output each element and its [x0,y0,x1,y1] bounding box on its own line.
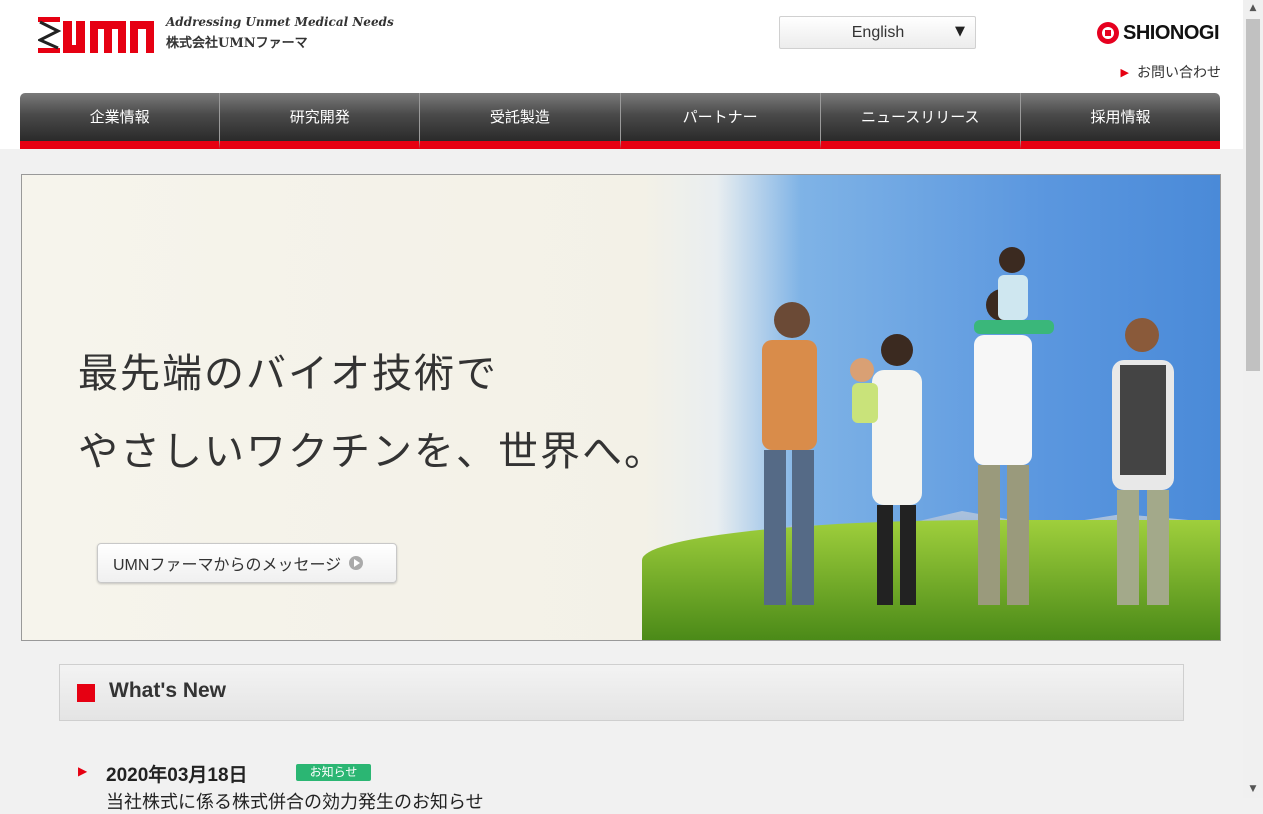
hero-banner: 最先端のバイオ技術で やさしいワクチンを、世界へ。 UMNファーマからのメッセー… [21,174,1221,641]
whats-new-header: What's New [59,664,1184,721]
message-button[interactable]: UMNファーマからのメッセージ [97,543,397,583]
nav-item-research[interactable]: 研究開発 [220,93,421,149]
nav-item-recruit[interactable]: 採用情報 [1020,93,1221,149]
contact-link[interactable]: ▶ お問い合わせ [1121,62,1221,82]
scroll-down-icon[interactable]: ▼ [1243,781,1263,798]
shionogi-logo[interactable]: SHIONOGI [1097,20,1220,46]
language-select-value: English [851,24,905,41]
triangle-right-icon: ▶ [78,764,88,778]
hero-headline: 最先端のバイオ技術で やさしいワクチンを、世界へ。 [78,335,666,491]
tagline: Addressing Unmet Medical Needs [166,15,394,29]
shionogi-mark-icon [1097,22,1119,44]
company-name: 株式会社UMNファーマ [166,36,308,51]
news-date: 2020年03月18日 [106,765,248,786]
vertical-scrollbar[interactable]: ▲ ▼ [1243,0,1263,798]
nav-item-partners[interactable]: パートナー [620,93,821,149]
language-select[interactable]: English ▼ [779,16,976,49]
shionogi-logo-text: SHIONOGI [1123,21,1220,44]
contact-link-label: お問い合わせ [1137,65,1221,81]
nav-item-company[interactable]: 企業情報 [20,93,221,149]
triangle-right-icon: ▶ [1120,65,1129,79]
whats-new-title: What's New [109,679,227,702]
message-button-label: UMNファーマからのメッセージ [113,557,342,574]
family-photo [762,247,1174,605]
chevron-down-icon: ▼ [955,24,965,39]
scroll-up-icon[interactable]: ▲ [1243,0,1263,17]
news-tag-badge: お知らせ [296,764,371,781]
red-square-icon [77,684,95,702]
site-header: Addressing Unmet Medical Needs 株式会社UMNファ… [0,0,1243,149]
umn-logo[interactable] [38,13,158,57]
hero-headline-line1: 最先端のバイオ技術で [78,351,498,397]
scrollbar-thumb[interactable] [1246,19,1260,371]
nav-item-news[interactable]: ニュースリリース [820,93,1021,149]
news-title-link[interactable]: 当社株式に係る株式併合の効力発生のお知らせ [106,788,484,814]
hero-headline-line2: やさしいワクチンを、世界へ。 [78,429,666,475]
main-nav: 企業情報 研究開発 受託製造 パートナー ニュースリリース 採用情報 [20,93,1221,149]
nav-item-contract-manufacturing[interactable]: 受託製造 [420,93,621,149]
play-circle-icon [349,556,364,570]
